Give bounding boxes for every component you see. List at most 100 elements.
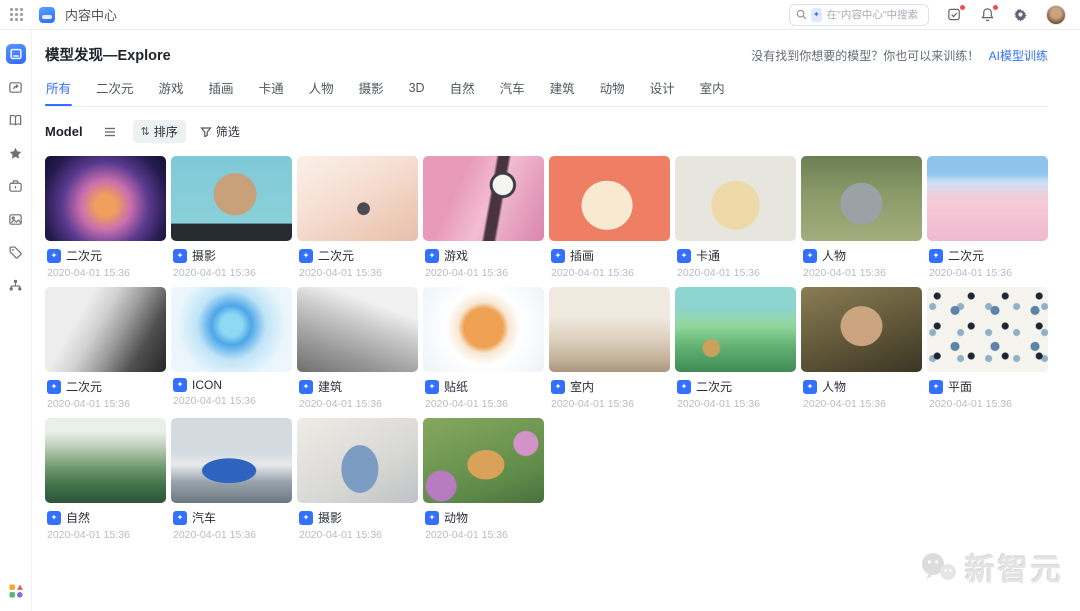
category-tab[interactable]: 室内 (699, 78, 726, 106)
category-tab[interactable]: 游戏 (158, 78, 185, 106)
sidebar-item-structure[interactable] (6, 275, 26, 295)
model-card[interactable]: ✦ 贴纸 2020-04-01 15:36 (423, 287, 544, 410)
model-thumbnail[interactable] (675, 287, 796, 372)
sidebar-item-library[interactable] (6, 110, 26, 130)
model-card[interactable]: ✦ 人物 2020-04-01 15:36 (801, 287, 922, 410)
category-tab[interactable]: 人物 (308, 78, 335, 106)
category-tab[interactable]: 自然 (449, 78, 476, 106)
category-tab[interactable]: 动物 (599, 78, 626, 106)
model-thumbnail[interactable] (549, 156, 670, 241)
sort-button[interactable]: ⇅ 排序 (133, 120, 186, 143)
model-date: 2020-04-01 15:36 (425, 529, 542, 541)
sidebar-item-favorites[interactable] (6, 143, 26, 163)
sidebar-item-tags[interactable] (6, 242, 26, 262)
model-date: 2020-04-01 15:36 (929, 267, 1046, 279)
model-card[interactable]: ✦ 二次元 2020-04-01 15:36 (297, 156, 418, 279)
model-thumbnail[interactable] (171, 418, 292, 503)
ai-model-training-link[interactable]: AI模型训练 (989, 49, 1048, 63)
model-thumbnail[interactable] (45, 156, 166, 241)
model-card[interactable]: ✦ 自然 2020-04-01 15:36 (45, 418, 166, 541)
filter-button[interactable]: 筛选 (200, 123, 240, 140)
model-thumbnail[interactable] (171, 156, 292, 241)
model-card[interactable]: ✦ 游戏 2020-04-01 15:36 (423, 156, 544, 279)
category-tab[interactable]: 设计 (649, 78, 676, 106)
model-thumbnail[interactable] (297, 156, 418, 241)
model-type-icon: ✦ (173, 511, 187, 525)
search-box[interactable]: ✦ (789, 4, 929, 26)
model-card[interactable]: ✦ 人物 2020-04-01 15:36 (801, 156, 922, 279)
category-tab[interactable]: 建筑 (549, 78, 576, 106)
category-tab[interactable]: 3D (408, 78, 426, 106)
model-thumbnail[interactable] (423, 156, 544, 241)
category-tab[interactable]: 所有 (45, 78, 72, 106)
model-card[interactable]: ✦ 二次元 2020-04-01 15:36 (45, 156, 166, 279)
notification-dot (960, 5, 965, 10)
content-panel-icon (10, 48, 22, 60)
model-thumbnail[interactable] (171, 287, 292, 372)
model-type-icon: ✦ (425, 380, 439, 394)
model-thumbnail[interactable] (801, 287, 922, 372)
model-card[interactable]: ✦ 动物 2020-04-01 15:36 (423, 418, 544, 541)
model-category-label: ICON (192, 378, 222, 392)
model-grid: ✦ 二次元 2020-04-01 15:36 ✦ 摄影 2020-04-01 1… (45, 156, 1048, 541)
model-card[interactable]: ✦ ICON 2020-04-01 15:36 (171, 287, 292, 410)
sidebar-item-toolbox[interactable] (6, 176, 26, 196)
sidebar-item-media[interactable] (6, 209, 26, 229)
model-type-icon: ✦ (551, 249, 565, 263)
page-title: 模型发现—Explore (45, 44, 171, 65)
model-card[interactable]: ✦ 二次元 2020-04-01 15:36 (927, 156, 1048, 279)
model-thumbnail[interactable] (801, 156, 922, 241)
model-date: 2020-04-01 15:36 (299, 529, 416, 541)
settings-button[interactable] (1013, 7, 1028, 22)
tag-icon (8, 245, 23, 260)
sidebar-item-content-center[interactable] (6, 44, 26, 64)
model-thumbnail[interactable] (423, 418, 544, 503)
category-tab[interactable]: 二次元 (95, 78, 135, 106)
model-category-label: 贴纸 (444, 378, 468, 395)
category-tab[interactable]: 卡通 (258, 78, 285, 106)
model-thumbnail[interactable] (423, 287, 544, 372)
model-card[interactable]: ✦ 二次元 2020-04-01 15:36 (675, 287, 796, 410)
category-tab[interactable]: 汽车 (499, 78, 526, 106)
model-card[interactable]: ✦ 二次元 2020-04-01 15:36 (45, 287, 166, 410)
model-category-label: 摄影 (192, 247, 216, 264)
model-date: 2020-04-01 15:36 (803, 267, 920, 279)
model-date: 2020-04-01 15:36 (929, 398, 1046, 410)
model-date: 2020-04-01 15:36 (173, 267, 290, 279)
model-category-label: 游戏 (444, 247, 468, 264)
model-thumbnail[interactable] (45, 287, 166, 372)
model-card[interactable]: ✦ 平面 2020-04-01 15:36 (927, 287, 1048, 410)
model-thumbnail[interactable] (297, 287, 418, 372)
sidebar-item-share[interactable] (6, 77, 26, 97)
model-thumbnail[interactable] (549, 287, 670, 372)
model-card[interactable]: ✦ 卡通 2020-04-01 15:36 (675, 156, 796, 279)
user-avatar[interactable] (1046, 5, 1066, 25)
model-thumbnail[interactable] (927, 156, 1048, 241)
model-date: 2020-04-01 15:36 (551, 398, 668, 410)
model-category-label: 汽车 (192, 509, 216, 526)
category-tab[interactable]: 插画 (208, 78, 235, 106)
category-tab[interactable]: 摄影 (358, 78, 385, 106)
model-card[interactable]: ✦ 摄影 2020-04-01 15:36 (171, 156, 292, 279)
model-card[interactable]: ✦ 摄影 2020-04-01 15:36 (297, 418, 418, 541)
model-thumbnail[interactable] (675, 156, 796, 241)
model-type-icon: ✦ (299, 380, 313, 394)
workspace-logo-icon[interactable] (9, 584, 23, 603)
model-card[interactable]: ✦ 室内 2020-04-01 15:36 (549, 287, 670, 410)
model-card[interactable]: ✦ 插画 2020-04-01 15:36 (549, 156, 670, 279)
model-card[interactable]: ✦ 建筑 2020-04-01 15:36 (297, 287, 418, 410)
model-thumbnail[interactable] (927, 287, 1048, 372)
model-category-label: 人物 (822, 378, 846, 395)
model-section-label: Model (45, 124, 83, 139)
notifications-button[interactable] (980, 7, 995, 22)
model-type-icon: ✦ (803, 249, 817, 263)
model-date: 2020-04-01 15:36 (299, 267, 416, 279)
model-card[interactable]: ✦ 汽车 2020-04-01 15:36 (171, 418, 292, 541)
app-switcher-icon[interactable] (10, 8, 23, 21)
search-input[interactable] (827, 9, 922, 21)
model-thumbnail[interactable] (297, 418, 418, 503)
list-view-icon[interactable] (103, 125, 117, 139)
model-type-icon: ✦ (929, 249, 943, 263)
model-thumbnail[interactable] (45, 418, 166, 503)
tasks-button[interactable] (947, 7, 962, 22)
